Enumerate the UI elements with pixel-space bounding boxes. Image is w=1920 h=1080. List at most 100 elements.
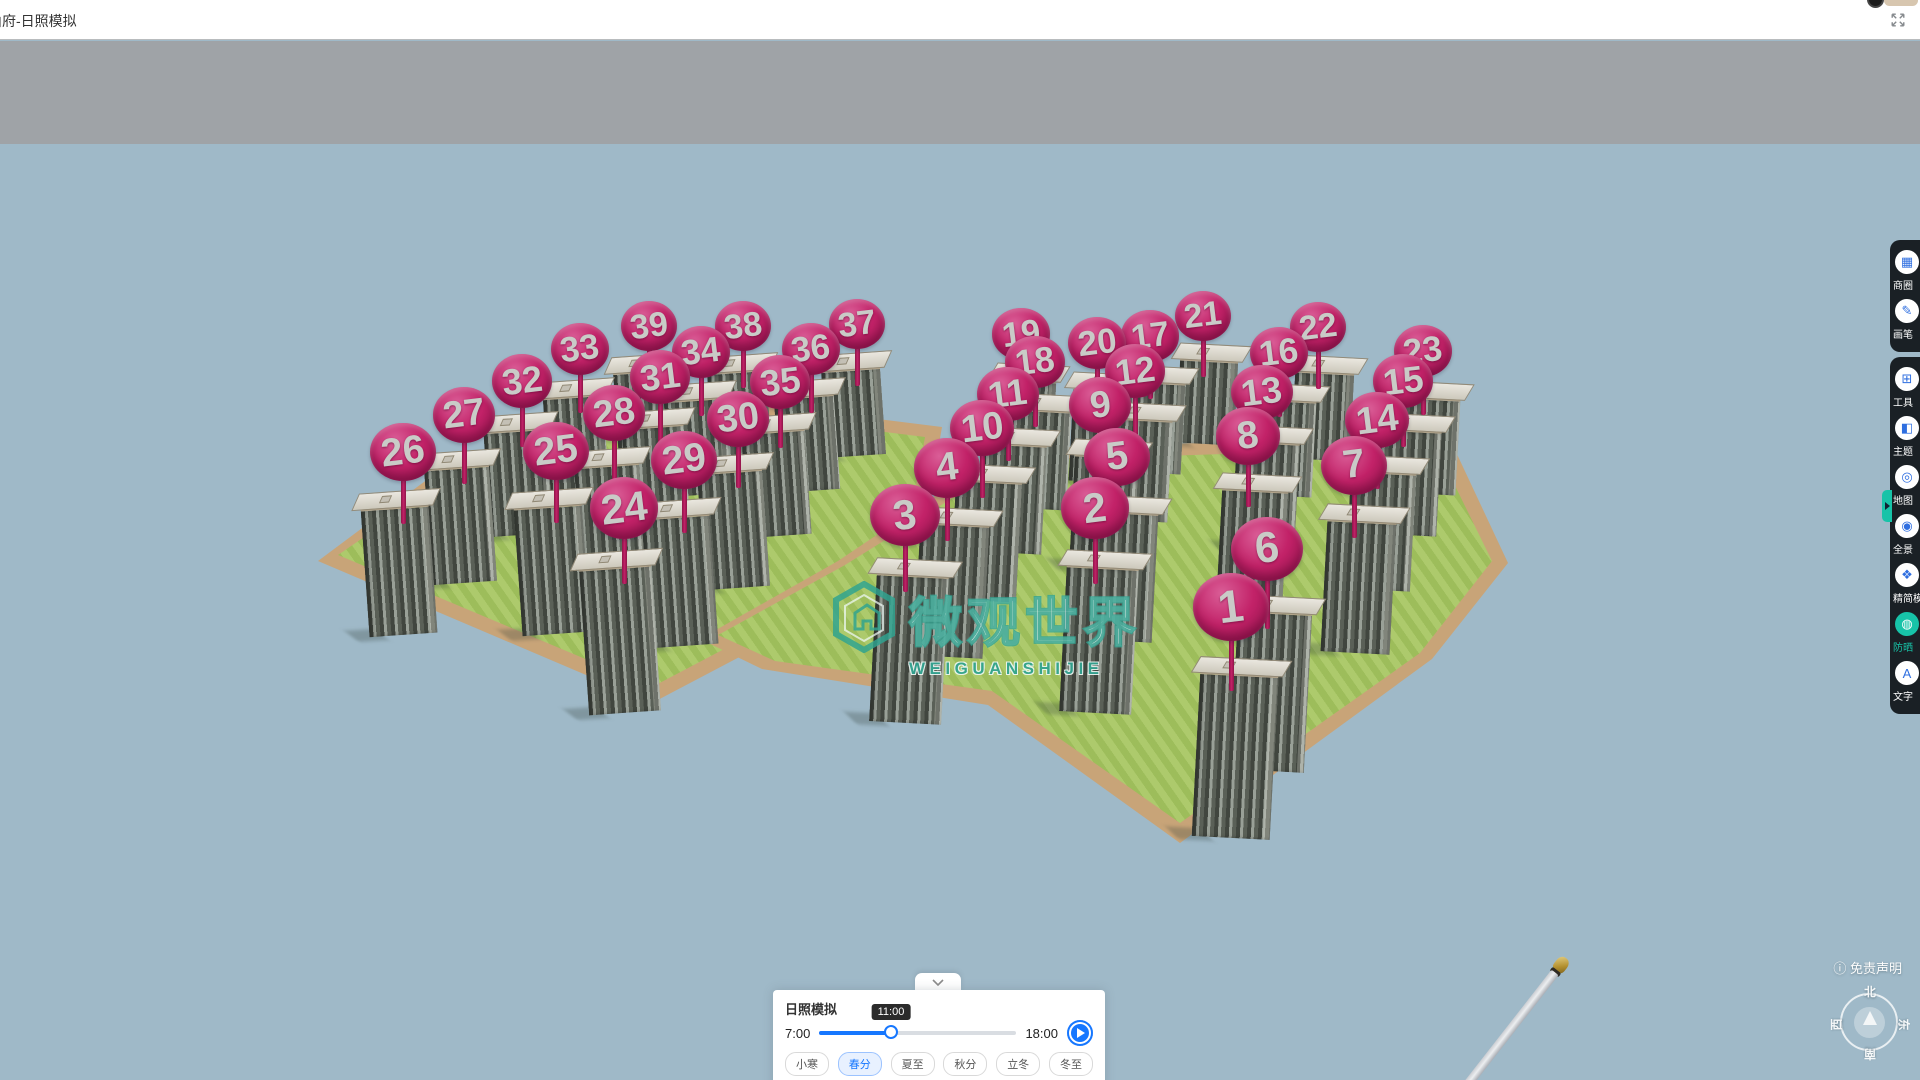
panel-collapse-tab[interactable] [915, 973, 961, 991]
sidebar-item-sun-shade[interactable]: ◍ 防晒 [1890, 612, 1920, 654]
theme-icon: ◧ [1895, 416, 1919, 440]
season-button[interactable]: 立冬 [996, 1052, 1040, 1076]
building-number: 8 [1235, 415, 1261, 456]
disclaimer-label: 免责声明 [1850, 961, 1902, 976]
building-number-marker[interactable]: 39 [621, 301, 678, 352]
building-number: 6 [1252, 526, 1281, 572]
sidebar-item-map[interactable]: ◎ 地图 [1890, 465, 1920, 507]
building-number-marker[interactable]: 1 [1193, 573, 1269, 641]
marker-stick [1133, 392, 1138, 437]
fullscreen-icon[interactable] [1890, 12, 1906, 28]
building-number-marker[interactable]: 33 [551, 323, 609, 375]
marker-stick [1229, 635, 1234, 692]
sidebar-item-label: 工具 [1893, 394, 1913, 409]
building-number-marker[interactable]: 3 [870, 484, 939, 546]
building-number-marker[interactable]: 29 [651, 431, 717, 490]
building-number: 14 [1354, 399, 1401, 442]
time-start-label: 7:00 [785, 1026, 810, 1041]
season-button[interactable]: 小寒 [785, 1052, 829, 1076]
page-title: 山府-日照模拟 [0, 11, 77, 31]
season-button[interactable]: 夏至 [891, 1052, 935, 1076]
sidebar-item-panorama[interactable]: ◉ 全景 [1890, 514, 1920, 556]
marker-stick [1352, 489, 1357, 539]
sidebar-collapse-handle[interactable] [1882, 490, 1892, 522]
marker-stick [903, 540, 908, 592]
building-number-marker[interactable]: 9 [1069, 377, 1131, 432]
building-number-marker[interactable]: 27 [433, 387, 496, 443]
building [1059, 565, 1138, 715]
building [423, 464, 496, 585]
building [1192, 671, 1279, 840]
season-button[interactable]: 冬至 [1049, 1052, 1093, 1076]
building-number: 27 [441, 394, 487, 437]
building-number-marker[interactable]: 2 [1061, 477, 1130, 539]
sidebar-item-theme[interactable]: ◧ 主题 [1890, 416, 1920, 458]
sidebar-item-text[interactable]: A 文字 [1890, 661, 1920, 703]
building-number: 1 [1216, 583, 1247, 631]
building-number-marker[interactable]: 21 [1175, 291, 1231, 341]
sidebar-item-label: 精简模 [1893, 590, 1920, 605]
sidebar-item-brush[interactable]: ✎ 画笔 [1890, 299, 1920, 341]
building-number: 3 [891, 493, 919, 537]
compass-east-label: 东 [1895, 1018, 1912, 1030]
building-number: 21 [1182, 297, 1223, 335]
marker-stick [1093, 533, 1098, 585]
building [1320, 518, 1395, 654]
building-number-marker[interactable]: 25 [523, 422, 588, 480]
sidebar-item-district[interactable]: ▦ 商圈 [1890, 250, 1920, 292]
map-icon: ◎ [1895, 465, 1919, 489]
building-facade [1192, 671, 1279, 840]
app-window: 1 2 3 4 5 6 [0, 0, 1920, 1080]
building-number-marker[interactable]: 8 [1216, 407, 1280, 464]
building [579, 564, 661, 715]
sun-shade-icon: ◍ [1895, 612, 1919, 636]
building-number-marker[interactable]: 26 [370, 423, 435, 481]
sidebar-item-label: 画笔 [1893, 326, 1913, 341]
avatar[interactable] [1867, 0, 1884, 8]
marker-stick [980, 450, 985, 498]
building-facade [423, 464, 496, 585]
time-end-label: 18:00 [1025, 1026, 1058, 1041]
info-icon: ⓘ [1833, 961, 1846, 976]
time-slider-track[interactable]: 11:00 [819, 1031, 1016, 1035]
season-button[interactable]: 秋分 [943, 1052, 987, 1076]
pole-shaft [1438, 970, 1558, 1080]
building-number: 24 [599, 485, 650, 532]
scene-3d-viewport[interactable]: 1 2 3 4 5 6 [0, 41, 1920, 1080]
sidebar-item-label: 商圈 [1893, 277, 1913, 292]
building-number: 30 [715, 398, 762, 441]
building-number: 4 [934, 447, 961, 489]
scene-horizon-band [0, 41, 1920, 144]
sidebar-item-tools[interactable]: ⊞ 工具 [1890, 367, 1920, 409]
building-number-marker[interactable]: 24 [590, 477, 659, 539]
tools-icon: ⊞ [1895, 367, 1919, 391]
building-number-marker[interactable]: 7 [1321, 436, 1387, 495]
chevron-down-icon [932, 979, 944, 986]
user-badge[interactable] [1884, 0, 1918, 6]
compass-north-arrow-icon [1863, 1011, 1877, 1025]
building [361, 504, 437, 637]
building-number-marker[interactable]: 28 [583, 385, 646, 441]
sidebar-item-simplify[interactable]: ❖ 精简模 [1890, 563, 1920, 605]
marker-stick [520, 402, 525, 447]
disclaimer-link[interactable]: ⓘ 免责声明 [1833, 958, 1902, 977]
season-button[interactable]: 春分 [838, 1052, 882, 1076]
compass-south-label: 南 [1864, 1046, 1876, 1063]
building-number: 5 [1104, 436, 1131, 478]
building-number-marker[interactable]: 30 [707, 391, 770, 447]
building-number-marker[interactable]: 32 [492, 354, 552, 408]
season-button-row: 小寒春分夏至秋分立冬冬至 [773, 1052, 1105, 1076]
building-number: 31 [638, 357, 682, 398]
text-icon: A [1895, 661, 1919, 685]
building-facade [1059, 565, 1138, 715]
building-number: 9 [1087, 385, 1112, 425]
time-tooltip: 11:00 [872, 1004, 911, 1020]
building-number: 35 [758, 361, 803, 402]
compass[interactable]: 北 东 南 西 [1832, 985, 1908, 1061]
building-number-marker[interactable]: 6 [1231, 517, 1303, 581]
marker-stick [855, 343, 860, 385]
play-button[interactable] [1067, 1020, 1093, 1046]
marker-stick [1246, 459, 1251, 507]
time-slider-thumb[interactable] [884, 1025, 898, 1039]
building-number: 2 [1081, 486, 1109, 530]
